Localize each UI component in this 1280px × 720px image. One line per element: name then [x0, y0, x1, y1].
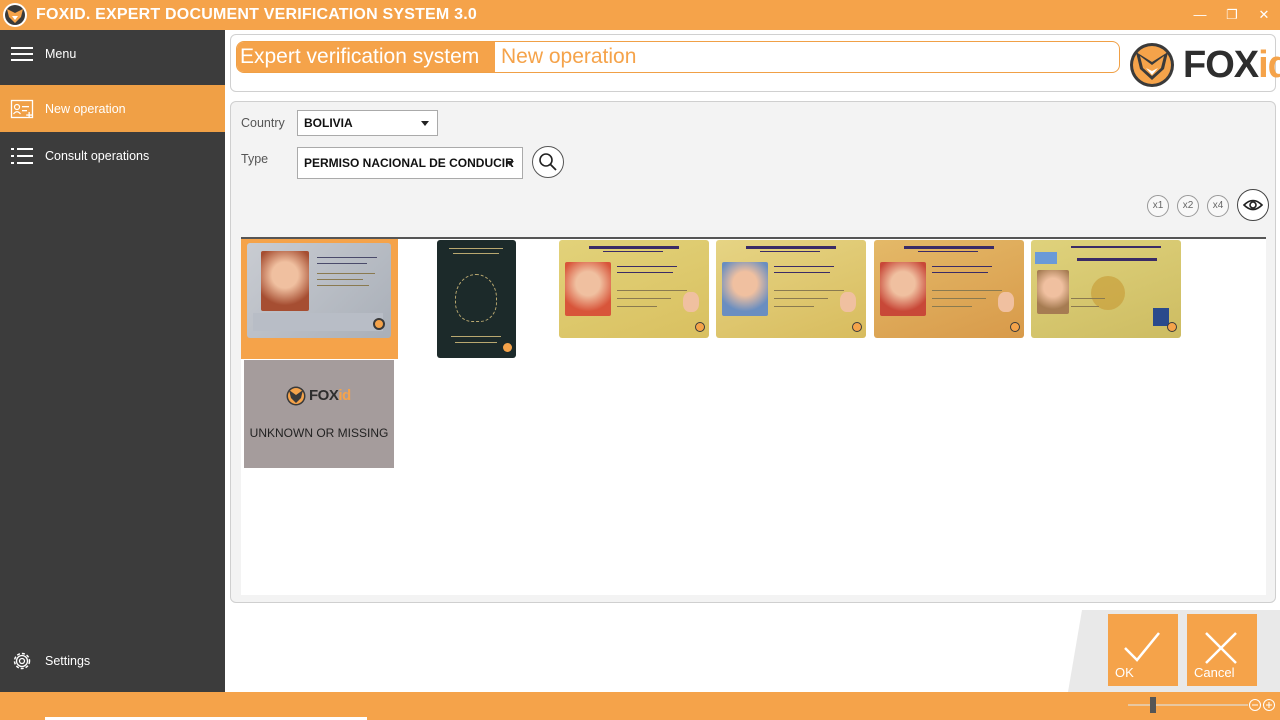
brand-fox-text: FOX — [309, 387, 339, 404]
sidebar-item-settings[interactable]: Settings — [0, 637, 225, 684]
minimize-button[interactable]: — — [1188, 5, 1212, 25]
cancel-label: Cancel — [1194, 665, 1235, 680]
ok-label: OK — [1115, 665, 1134, 680]
foxid-mini-logo: FOXid — [286, 386, 356, 406]
country-label: Country — [241, 116, 285, 130]
preview-button[interactable] — [1237, 189, 1269, 221]
document-thumbnail[interactable] — [874, 240, 1024, 338]
document-thumbnail[interactable] — [1031, 240, 1181, 338]
type-label: Type — [241, 152, 269, 166]
fox-head-icon — [286, 386, 306, 406]
type-select[interactable]: PERMISO NACIONAL DE CONDUCIR — [297, 147, 523, 179]
breadcrumb-separator — [481, 42, 495, 72]
document-selection-panel: Country BOLIVIA Type PERMISO NACIONAL DE… — [230, 101, 1276, 603]
document-image — [437, 240, 516, 358]
search-icon — [539, 153, 557, 171]
header: Expert verification system New operation… — [230, 34, 1280, 92]
restore-button[interactable]: ❐ — [1220, 5, 1244, 25]
brand-id-text: id — [1258, 44, 1280, 86]
title-bar: FOXID. EXPERT DOCUMENT VERIFICATION SYST… — [0, 0, 1280, 30]
sidebar-item-label: Consult operations — [45, 148, 150, 163]
sidebar-item-consult-operations[interactable]: Consult operations — [0, 132, 225, 179]
status-bar — [0, 692, 1280, 720]
settings-label: Settings — [45, 653, 91, 668]
type-value: PERMISO NACIONAL DE CONDUCIR — [304, 156, 514, 170]
brand-id-text: id — [338, 387, 351, 404]
foxid-brand-logo: FOXid — [1129, 38, 1280, 90]
checkmark-icon — [1124, 632, 1160, 662]
gear-icon — [13, 652, 31, 669]
foxid-logo-icon — [3, 3, 27, 27]
window-title: FOXID. EXPERT DOCUMENT VERIFICATION SYST… — [36, 6, 477, 23]
sidebar-item-label: New operation — [45, 101, 126, 116]
breadcrumb-secondary: New operation — [501, 45, 637, 68]
zoom-minus-plus-icon[interactable] — [1248, 697, 1276, 713]
document-thumbnail-selected[interactable] — [241, 239, 398, 359]
document-image — [1031, 240, 1181, 338]
country-select[interactable]: BOLIVIA — [297, 110, 438, 136]
document-thumbnail[interactable] — [716, 240, 866, 338]
unknown-document-tile[interactable]: FOXid UNKNOWN OR MISSING — [244, 360, 394, 468]
search-button[interactable] — [532, 146, 564, 178]
ok-button[interactable]: OK — [1108, 614, 1178, 686]
document-thumbnail[interactable] — [437, 240, 517, 358]
document-image — [716, 240, 866, 338]
eye-icon — [1243, 199, 1263, 211]
close-button[interactable]: ✕ — [1252, 5, 1276, 25]
breadcrumb-primary[interactable]: Expert verification system — [237, 42, 495, 72]
zoom-slider-track[interactable] — [1128, 704, 1248, 706]
brand-wordmark: FOXid — [1183, 44, 1280, 87]
zoom-slider-handle[interactable] — [1150, 697, 1156, 713]
menu-label: Menu — [45, 46, 77, 61]
document-image — [559, 240, 709, 338]
sidebar-item-new-operation[interactable]: New operation — [0, 85, 225, 132]
unknown-document-label: UNKNOWN OR MISSING — [249, 426, 389, 440]
document-image — [247, 243, 391, 338]
document-thumbnail[interactable] — [559, 240, 709, 338]
country-value: BOLIVIA — [304, 116, 353, 130]
sidebar: Menu New operation Consult operations Se… — [0, 30, 225, 692]
menu-toggle[interactable]: Menu — [0, 30, 225, 77]
zoom-x4-button[interactable]: x4 — [1207, 195, 1229, 217]
brand-fox-text: FOX — [1183, 44, 1259, 86]
document-image — [874, 240, 1024, 338]
fox-head-icon — [1130, 43, 1174, 87]
new-operation-icon — [10, 99, 34, 118]
document-gallery: FOXid UNKNOWN OR MISSING — [241, 237, 1266, 595]
zoom-x1-button[interactable]: x1 — [1147, 195, 1169, 217]
zoom-x2-button[interactable]: x2 — [1177, 195, 1199, 217]
hamburger-icon — [11, 46, 33, 61]
breadcrumb: Expert verification system New operation — [236, 41, 1120, 73]
list-icon — [11, 147, 33, 164]
cancel-button[interactable]: Cancel — [1187, 614, 1257, 686]
close-icon — [1205, 632, 1237, 664]
chevron-down-icon — [421, 121, 429, 126]
chevron-down-icon — [506, 161, 514, 166]
